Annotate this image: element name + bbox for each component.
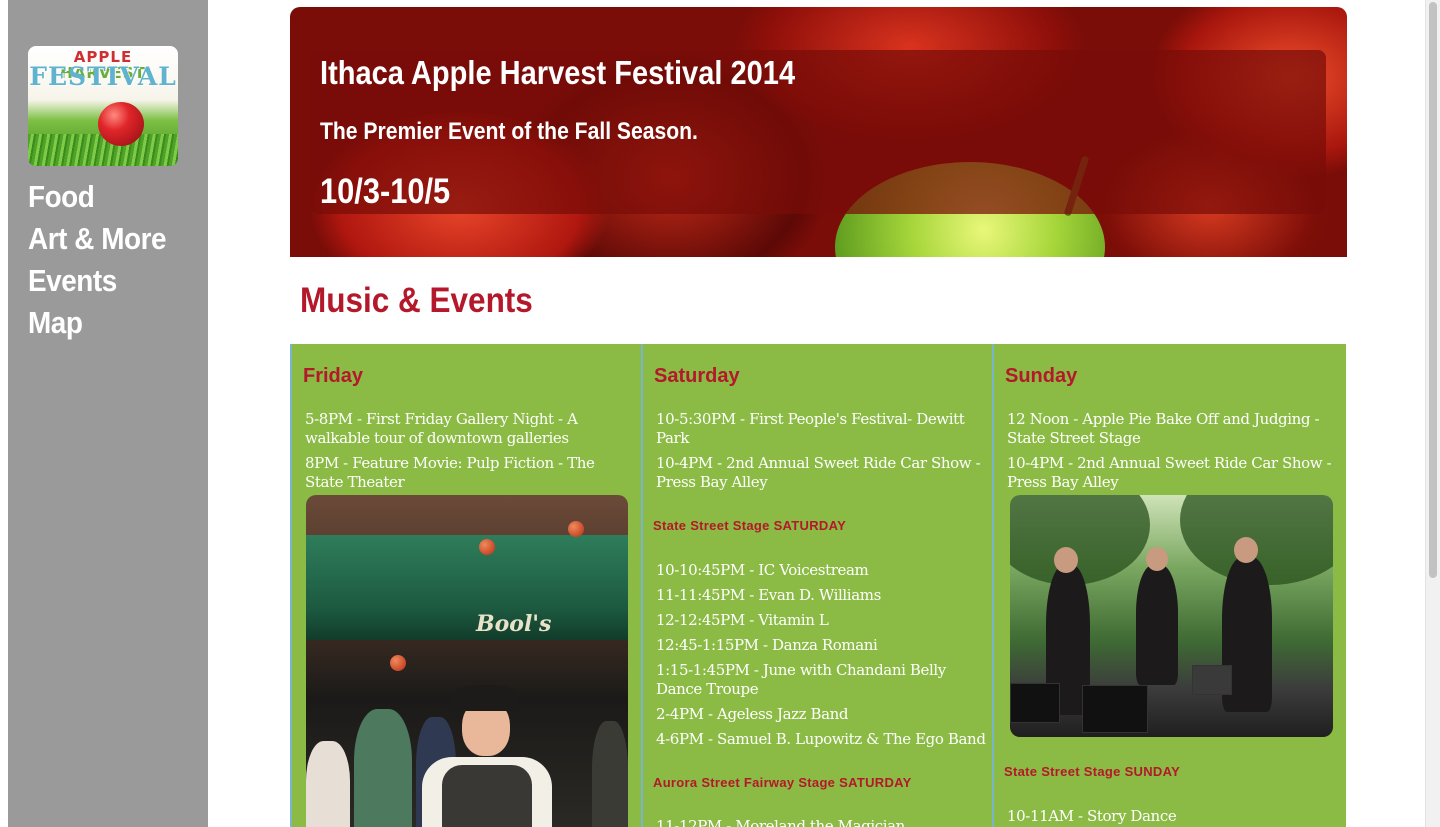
scrollbar-thumb[interactable] — [1429, 2, 1437, 578]
list-item: 10-11AM - Story Dance — [1007, 807, 1177, 825]
crowd-person — [306, 741, 350, 827]
day-title-saturday: Saturday — [654, 365, 740, 387]
juggler-photo: Bool's — [306, 495, 628, 827]
banner-dates: 10/3-10/5 — [320, 172, 451, 211]
juggling-ball — [479, 539, 495, 555]
schedule-grid: Friday 5-8PM - First Friday Gallery Nigh… — [290, 344, 1346, 827]
stage-label-state-street-saturday: State Street Stage SATURDAY — [653, 518, 847, 533]
day-title-friday: Friday — [303, 365, 364, 387]
awning-sign: Bool's — [476, 611, 552, 637]
performer-head — [1146, 547, 1168, 571]
aurora-street-saturday-list: 11-12PM - Moreland the Magician — [656, 817, 986, 827]
main-nav: Food Art & More Events Map — [28, 176, 181, 344]
sidebar: APPLE HARVEST FESTIVAL Food Art & More E… — [8, 0, 208, 827]
state-street-sunday-list: 10-11AM - Story Dance — [1007, 807, 1337, 827]
logo-word-festival: FESTIVAL — [29, 62, 177, 91]
juggler-hat — [452, 685, 518, 711]
page-title: Music & Events — [300, 281, 533, 320]
list-item: 2-4PM - Ageless Jazz Band — [656, 705, 849, 723]
nav-item-events[interactable]: Events — [28, 260, 166, 302]
page-scrollbar[interactable] — [1425, 0, 1440, 827]
state-street-saturday-list: 10-10:45PM - IC Voicestream 11-11:45PM -… — [656, 561, 986, 755]
amplifier — [1082, 685, 1148, 733]
list-item: 10-5:30PM - First People's Festival- Dew… — [656, 410, 965, 447]
juggling-ball — [390, 655, 406, 671]
amplifier — [1192, 665, 1232, 695]
performer-head — [1234, 537, 1258, 563]
saturday-event-list: 10-5:30PM - First People's Festival- Dew… — [656, 410, 986, 498]
list-item: 4-6PM - Samuel B. Lupowitz & The Ego Ban… — [656, 730, 986, 748]
day-column-sunday: Sunday 12 Noon - Apple Pie Bake Off and … — [992, 344, 1341, 827]
performer-head — [1054, 547, 1078, 573]
list-item: 10-10:45PM - IC Voicestream — [656, 561, 869, 579]
awning-graphic — [306, 535, 628, 640]
band-photo — [1010, 495, 1333, 737]
festival-logo[interactable]: APPLE HARVEST FESTIVAL — [28, 46, 178, 166]
list-item: 11-11:45PM - Evan D. Williams — [656, 586, 881, 604]
hero-banner: Ithaca Apple Harvest Festival 2014 The P… — [290, 7, 1347, 257]
banner-tagline: The Premier Event of the Fall Season. — [320, 118, 698, 145]
juggler-vest — [442, 765, 532, 827]
list-item: 12-12:45PM - Vitamin L — [656, 611, 829, 629]
amplifier — [1010, 683, 1060, 723]
list-item: 5-8PM - First Friday Gallery Night - A w… — [305, 410, 578, 447]
nav-item-map[interactable]: Map — [28, 302, 166, 344]
nav-item-food[interactable]: Food — [28, 176, 166, 218]
performer — [1136, 565, 1178, 685]
list-item: 10-4PM - 2nd Annual Sweet Ride Car Show … — [656, 454, 981, 491]
list-item: 12:45-1:15PM - Danza Romani — [656, 636, 878, 654]
friday-event-list: 5-8PM - First Friday Gallery Night - A w… — [305, 410, 635, 498]
day-column-saturday: Saturday 10-5:30PM - First People's Fest… — [641, 344, 990, 827]
stage-label-aurora-street-saturday: Aurora Street Fairway Stage SATURDAY — [653, 775, 912, 790]
day-title-sunday: Sunday — [1005, 365, 1078, 387]
list-item: 1:15-1:45PM - June with Chandani Belly D… — [656, 661, 946, 698]
list-item: 10-4PM - 2nd Annual Sweet Ride Car Show … — [1007, 454, 1332, 491]
stage-label-state-street-sunday: State Street Stage SUNDAY — [1004, 764, 1181, 779]
day-column-friday: Friday 5-8PM - First Friday Gallery Nigh… — [290, 344, 639, 827]
list-item: 11-12PM - Moreland the Magician — [656, 817, 905, 827]
apple-icon — [98, 102, 144, 146]
crowd-person — [592, 721, 628, 827]
crowd-person — [354, 709, 412, 827]
juggling-ball — [568, 521, 584, 537]
list-item: 12 Noon - Apple Pie Bake Off and Judging… — [1007, 410, 1320, 447]
banner-title: Ithaca Apple Harvest Festival 2014 — [320, 54, 796, 91]
nav-item-art-and-more[interactable]: Art & More — [28, 218, 167, 260]
list-item: 8PM - Feature Movie: Pulp Fiction - The … — [305, 454, 595, 491]
sunday-event-list: 12 Noon - Apple Pie Bake Off and Judging… — [1007, 410, 1337, 498]
